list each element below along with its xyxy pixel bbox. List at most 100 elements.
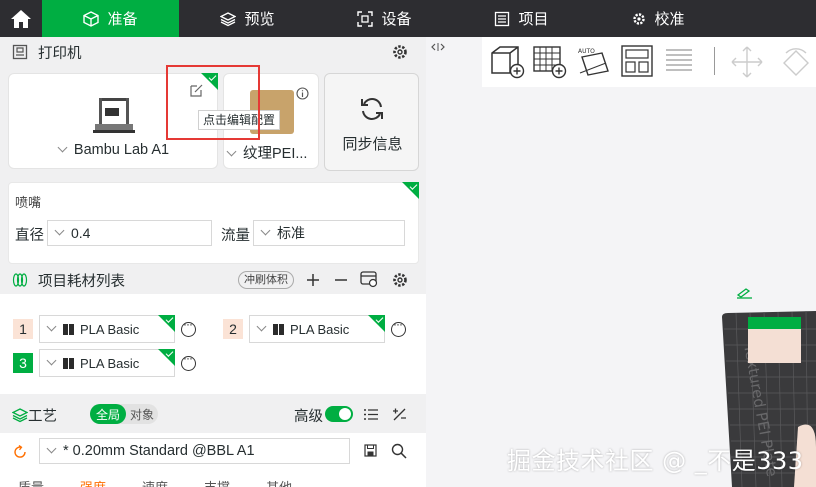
move-icon[interactable]	[730, 45, 764, 79]
subtab-support[interactable]: 支撑	[204, 477, 230, 487]
filament-1-number: 1	[13, 319, 33, 339]
filament-spool-icon	[12, 273, 28, 287]
device-icon	[357, 10, 374, 27]
annotation-highlight-box	[166, 65, 260, 140]
filament-sync-icon[interactable]	[360, 271, 378, 288]
filament-2-more-icon[interactable]	[391, 317, 406, 337]
layer-split-icon[interactable]	[664, 47, 694, 75]
list-view-icon[interactable]	[364, 408, 378, 421]
collapse-sidebar-icon[interactable]	[431, 42, 445, 52]
object-toggle-option[interactable]: 对象	[126, 406, 154, 423]
home-button[interactable]	[0, 0, 42, 37]
chevron-down-icon	[226, 146, 237, 157]
filament-3-name: PLA Basic	[80, 355, 140, 371]
tab-project[interactable]: 项目	[453, 0, 590, 37]
filament-1-select[interactable]: PLA Basic	[39, 315, 175, 343]
tab-device[interactable]: 设备	[316, 0, 453, 37]
filament-brand-icon	[63, 323, 74, 335]
process-preset-select[interactable]: * 0.20mm Standard @BBL A1	[39, 438, 350, 464]
flow-label: 流量	[221, 228, 250, 244]
diameter-label: 直径	[15, 228, 44, 244]
3d-viewport[interactable]: AUTO Textured PEI Plate	[426, 37, 816, 487]
filament-2-select[interactable]: PLA Basic	[249, 315, 385, 343]
tab-prepare-label: 准备	[107, 11, 138, 28]
remove-filament-icon[interactable]	[334, 273, 348, 287]
chevron-down-icon	[256, 321, 267, 331]
nozzle-section-label: 喷嘴	[15, 195, 42, 210]
filament-3-more-icon[interactable]	[181, 351, 196, 371]
advanced-switch[interactable]	[325, 406, 353, 422]
global-toggle-option[interactable]: 全局	[90, 404, 127, 424]
filament-2-corner	[368, 315, 385, 332]
flush-volume-button[interactable]: 冲刷体积	[238, 271, 294, 289]
filament-3-select[interactable]: PLA Basic	[39, 349, 175, 377]
tab-preview[interactable]: 预览	[179, 0, 316, 37]
process-section-title: 工艺	[28, 408, 57, 425]
diameter-select[interactable]: 0.4	[47, 220, 212, 246]
filament-1-name: PLA Basic	[80, 321, 140, 337]
compare-icon[interactable]	[392, 407, 407, 422]
add-filament-icon[interactable]	[306, 273, 320, 287]
tab-prepare[interactable]: 准备	[42, 0, 179, 37]
flow-value: 标准	[277, 225, 305, 241]
arrange-icon[interactable]	[620, 43, 654, 79]
chevron-down-icon	[46, 321, 57, 331]
edit-pencil-icon[interactable]	[736, 287, 754, 299]
save-preset-icon[interactable]	[364, 444, 377, 457]
sync-info-label: 同步信息	[342, 136, 403, 153]
plate-select-dropdown[interactable]: 纹理PEI...	[226, 142, 320, 163]
cube-icon	[83, 10, 100, 27]
subtab-quality[interactable]: 质量	[18, 477, 44, 487]
nozzle-settings-box: 喷嘴 直径 0.4 流量 标准	[8, 182, 419, 264]
subtab-strength[interactable]: 强度	[80, 477, 106, 487]
search-icon[interactable]	[391, 443, 407, 459]
printer-name: Bambu Lab A1	[73, 142, 170, 158]
printed-object-green-top[interactable]	[748, 317, 801, 329]
filament-brand-icon	[273, 323, 284, 335]
add-plate-icon[interactable]	[532, 43, 568, 79]
toolbar-divider	[714, 47, 715, 75]
printer-settings-gear-icon[interactable]	[392, 44, 408, 60]
filament-section-header: 项目耗材列表 冲刷体积	[0, 265, 426, 295]
printer-icon	[12, 44, 28, 60]
process-section-header: 工艺 全局 对象 高级	[0, 397, 426, 433]
printer-section-title: 打印机	[38, 45, 82, 62]
info-icon[interactable]	[296, 87, 309, 100]
add-object-icon[interactable]	[488, 43, 526, 79]
flow-select[interactable]: 标准	[253, 220, 405, 246]
advanced-label: 高级	[294, 409, 323, 425]
tab-project-label: 项目	[518, 11, 549, 28]
process-preset-row: * 0.20mm Standard @BBL A1 质量 强度 速度 支撑 其他	[0, 433, 426, 487]
tab-calibration[interactable]: 校准	[590, 0, 727, 37]
chevron-down-icon	[260, 225, 271, 235]
filament-settings-gear-icon[interactable]	[392, 272, 408, 288]
reset-preset-icon[interactable]	[13, 445, 27, 459]
calibration-gear-icon	[633, 12, 646, 25]
filament-2-number: 2	[223, 319, 243, 339]
diameter-value: 0.4	[71, 225, 91, 241]
project-icon	[495, 11, 510, 26]
chevron-down-icon	[54, 225, 65, 235]
viewport-toolbar: AUTO	[482, 37, 816, 87]
filament-section-title: 项目耗材列表	[38, 273, 125, 290]
printed-object-body[interactable]	[748, 329, 801, 363]
site-watermark: 掘金技术社区 @ _不是333	[507, 447, 804, 475]
filament-brand-icon	[63, 357, 74, 369]
subtab-other[interactable]: 其他	[266, 477, 292, 487]
printer-section-header: 打印机	[0, 37, 426, 67]
flush-volume-label: 冲刷体积	[244, 274, 288, 286]
rotate-icon[interactable]	[778, 45, 812, 79]
printer-select-dropdown[interactable]: Bambu Lab A1	[9, 142, 219, 158]
auto-orient-icon[interactable]: AUTO	[576, 43, 612, 79]
filament-list: 1 PLA Basic 2 PLA Basic 3 PLA Basic	[0, 294, 426, 394]
filament-1-more-icon[interactable]	[181, 317, 196, 337]
sync-info-button[interactable]: 同步信息	[324, 73, 419, 171]
subtab-speed[interactable]: 速度	[142, 477, 168, 487]
filament-1-corner	[158, 315, 175, 332]
global-object-toggle[interactable]: 全局 对象	[90, 404, 158, 424]
sync-icon	[361, 98, 383, 120]
chevron-down-icon	[46, 443, 57, 453]
tab-device-label: 设备	[381, 11, 412, 28]
layers-icon	[220, 11, 237, 26]
process-subtabs: 质量 强度 速度 支撑 其他	[18, 477, 418, 487]
